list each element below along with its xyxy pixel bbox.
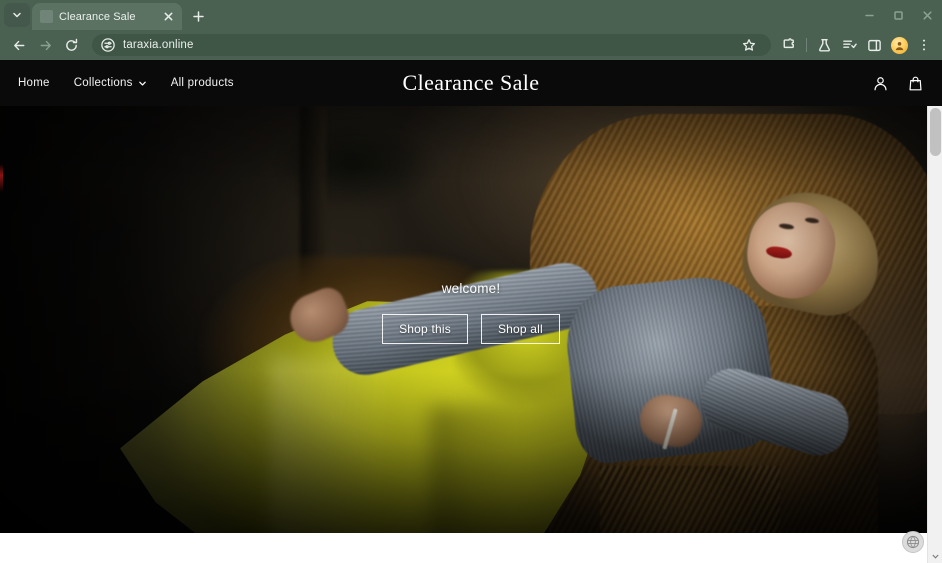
page-scrollbar[interactable] bbox=[927, 106, 942, 563]
site-navigation: Home Collections All products bbox=[18, 77, 234, 89]
new-tab-button[interactable] bbox=[186, 4, 210, 28]
back-button[interactable] bbox=[6, 32, 32, 58]
tune-sliders-icon[interactable] bbox=[101, 38, 115, 52]
nav-label: All products bbox=[170, 77, 234, 89]
tab-strip: Clearance Sale bbox=[0, 0, 942, 30]
hero-welcome-text: welcome! bbox=[441, 281, 501, 296]
nav-item-all-products[interactable]: All products bbox=[171, 77, 234, 89]
bookmark-star-button[interactable] bbox=[737, 33, 761, 57]
close-icon bbox=[164, 12, 173, 21]
hero-buttons: Shop this Shop all bbox=[382, 314, 560, 344]
profile-button[interactable] bbox=[887, 33, 911, 57]
chevron-down-icon bbox=[138, 81, 146, 86]
header-actions bbox=[872, 75, 924, 92]
page-viewport: Home Collections All products Clearance … bbox=[0, 60, 942, 563]
site-header: Home Collections All products Clearance … bbox=[0, 60, 942, 106]
chevron-down-icon bbox=[932, 554, 939, 559]
side-panel-icon bbox=[867, 39, 881, 51]
user-avatar bbox=[890, 36, 908, 54]
url-text: taraxia.online bbox=[123, 39, 194, 51]
maximize-icon bbox=[894, 10, 903, 20]
reading-list-button[interactable] bbox=[837, 33, 861, 57]
hero-content: welcome! Shop this Shop all bbox=[0, 281, 942, 344]
minimize-button[interactable] bbox=[855, 0, 884, 30]
left-edge-accent bbox=[0, 164, 3, 192]
scrollbar-thumb[interactable] bbox=[930, 108, 941, 156]
address-bar[interactable]: taraxia.online bbox=[92, 34, 771, 56]
globe-accessibility-icon bbox=[906, 535, 920, 549]
labs-button[interactable] bbox=[812, 33, 836, 57]
chevron-down-icon bbox=[13, 12, 21, 18]
forward-arrow-icon bbox=[40, 40, 51, 50]
reload-button[interactable] bbox=[58, 32, 84, 58]
nav-label: Collections bbox=[73, 77, 133, 89]
plus-icon bbox=[192, 10, 204, 22]
star-icon bbox=[742, 39, 756, 51]
cart-button[interactable] bbox=[907, 75, 924, 92]
account-button[interactable] bbox=[872, 75, 889, 92]
close-window-button[interactable] bbox=[913, 0, 942, 30]
extensions-button[interactable] bbox=[777, 33, 801, 57]
nav-label: Home bbox=[18, 77, 50, 89]
side-panel-button[interactable] bbox=[862, 33, 886, 57]
maximize-button[interactable] bbox=[884, 0, 913, 30]
browser-window: Clearance Sale taraxia.online Home Colle… bbox=[0, 0, 942, 563]
nav-item-collections[interactable]: Collections bbox=[74, 77, 147, 89]
browser-toolbar: taraxia.online bbox=[0, 30, 942, 60]
accessibility-widget-button[interactable] bbox=[902, 531, 924, 553]
nav-item-home[interactable]: Home bbox=[18, 77, 50, 89]
browser-tab[interactable]: Clearance Sale bbox=[32, 3, 182, 30]
window-controls bbox=[855, 0, 942, 30]
toolbar-divider bbox=[806, 38, 807, 52]
shop-all-button[interactable]: Shop all bbox=[480, 314, 560, 344]
tab-close-button[interactable] bbox=[161, 9, 176, 24]
scroll-down-arrow[interactable] bbox=[928, 549, 942, 563]
account-icon bbox=[874, 76, 887, 90]
extensions-puzzle-icon bbox=[783, 37, 794, 48]
reload-icon bbox=[65, 38, 77, 51]
reading-list-icon bbox=[842, 39, 857, 48]
page-body-below-hero bbox=[0, 533, 942, 563]
three-dots-menu-icon bbox=[922, 39, 926, 51]
browser-menu-button[interactable] bbox=[912, 33, 936, 57]
shop-this-button[interactable]: Shop this bbox=[382, 314, 468, 344]
back-arrow-icon bbox=[13, 40, 24, 50]
cart-bag-icon bbox=[909, 76, 922, 90]
flask-icon bbox=[818, 38, 830, 52]
tab-title: Clearance Sale bbox=[59, 10, 136, 23]
forward-button[interactable] bbox=[32, 32, 58, 58]
close-icon bbox=[923, 10, 932, 20]
tab-search-button[interactable] bbox=[4, 3, 30, 27]
toolbar-icons bbox=[777, 33, 936, 57]
hero-banner: welcome! Shop this Shop all bbox=[0, 106, 942, 533]
avatar-person-icon bbox=[895, 41, 903, 50]
minimize-icon bbox=[865, 14, 874, 16]
page-favicon bbox=[40, 10, 53, 23]
